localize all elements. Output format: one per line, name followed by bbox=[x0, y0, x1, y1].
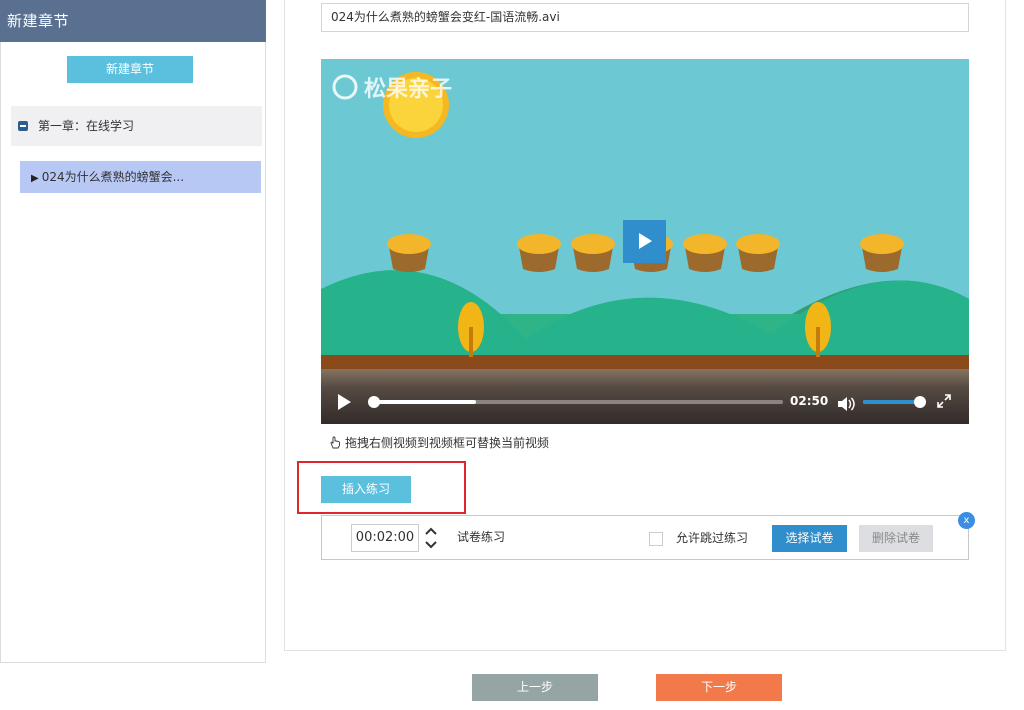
play-arrow-icon: ▶ bbox=[31, 173, 39, 184]
play-overlay-button[interactable] bbox=[623, 220, 666, 263]
chapter-sidebar bbox=[0, 0, 266, 663]
progress-bar[interactable] bbox=[368, 396, 783, 408]
lesson-item-label: 024为什么煮熟的螃蟹会... bbox=[41, 170, 185, 184]
exercise-type-label: 试卷练习 bbox=[457, 530, 506, 544]
close-icon[interactable]: x bbox=[958, 512, 975, 529]
volume-handle[interactable] bbox=[914, 396, 926, 408]
fullscreen-icon[interactable] bbox=[937, 394, 951, 408]
allow-skip-label: 允许跳过练习 bbox=[676, 531, 749, 545]
lesson-item[interactable]: ▶ 024为什么煮熟的螃蟹会... bbox=[20, 161, 261, 193]
choose-paper-button[interactable]: 选择试卷 bbox=[772, 525, 847, 552]
volume-level bbox=[863, 400, 920, 404]
insert-exercise-button[interactable]: 插入练习 bbox=[321, 476, 411, 503]
sidebar-title: 新建章节 bbox=[0, 0, 266, 42]
new-chapter-button[interactable]: 新建章节 bbox=[67, 56, 193, 83]
exercise-item: 00:02:00 试卷练习 允许跳过练习 选择试卷 删除试卷 bbox=[321, 515, 969, 560]
delete-paper-button[interactable]: 删除试卷 bbox=[859, 525, 933, 552]
play-icon[interactable] bbox=[338, 394, 351, 410]
video-watermark: 松果亲子 bbox=[364, 77, 452, 102]
volume-icon[interactable] bbox=[837, 396, 855, 412]
video-player[interactable]: 松果亲子 02:50 bbox=[321, 59, 969, 424]
video-filename-field: 024为什么煮熟的螃蟹会变红-国语流畅.avi bbox=[321, 3, 969, 32]
next-step-button[interactable]: 下一步 bbox=[656, 674, 782, 701]
progress-buffered bbox=[373, 400, 476, 404]
allow-skip-checkbox[interactable] bbox=[649, 532, 663, 546]
chevron-up-icon bbox=[425, 527, 437, 535]
minus-square-icon[interactable] bbox=[18, 121, 28, 131]
video-time: 02:50 bbox=[790, 394, 829, 408]
drag-hint: 拖拽右侧视频到视频框可替换当前视频 bbox=[329, 434, 549, 451]
chapter-item[interactable]: 第一章：在线学习 bbox=[11, 106, 262, 146]
exercise-time-input[interactable]: 00:02:00 bbox=[351, 524, 419, 552]
progress-handle[interactable] bbox=[368, 396, 380, 408]
volume-slider[interactable] bbox=[863, 396, 926, 408]
chapter-item-label: 第一章：在线学习 bbox=[38, 119, 135, 133]
time-spinner[interactable] bbox=[422, 524, 440, 552]
drag-hint-text: 拖拽右侧视频到视频框可替换当前视频 bbox=[345, 436, 550, 450]
video-controls: 02:50 bbox=[321, 367, 969, 424]
chevron-down-icon bbox=[425, 541, 437, 549]
hand-pointer-icon bbox=[330, 436, 340, 449]
prev-step-button[interactable]: 上一步 bbox=[472, 674, 598, 701]
